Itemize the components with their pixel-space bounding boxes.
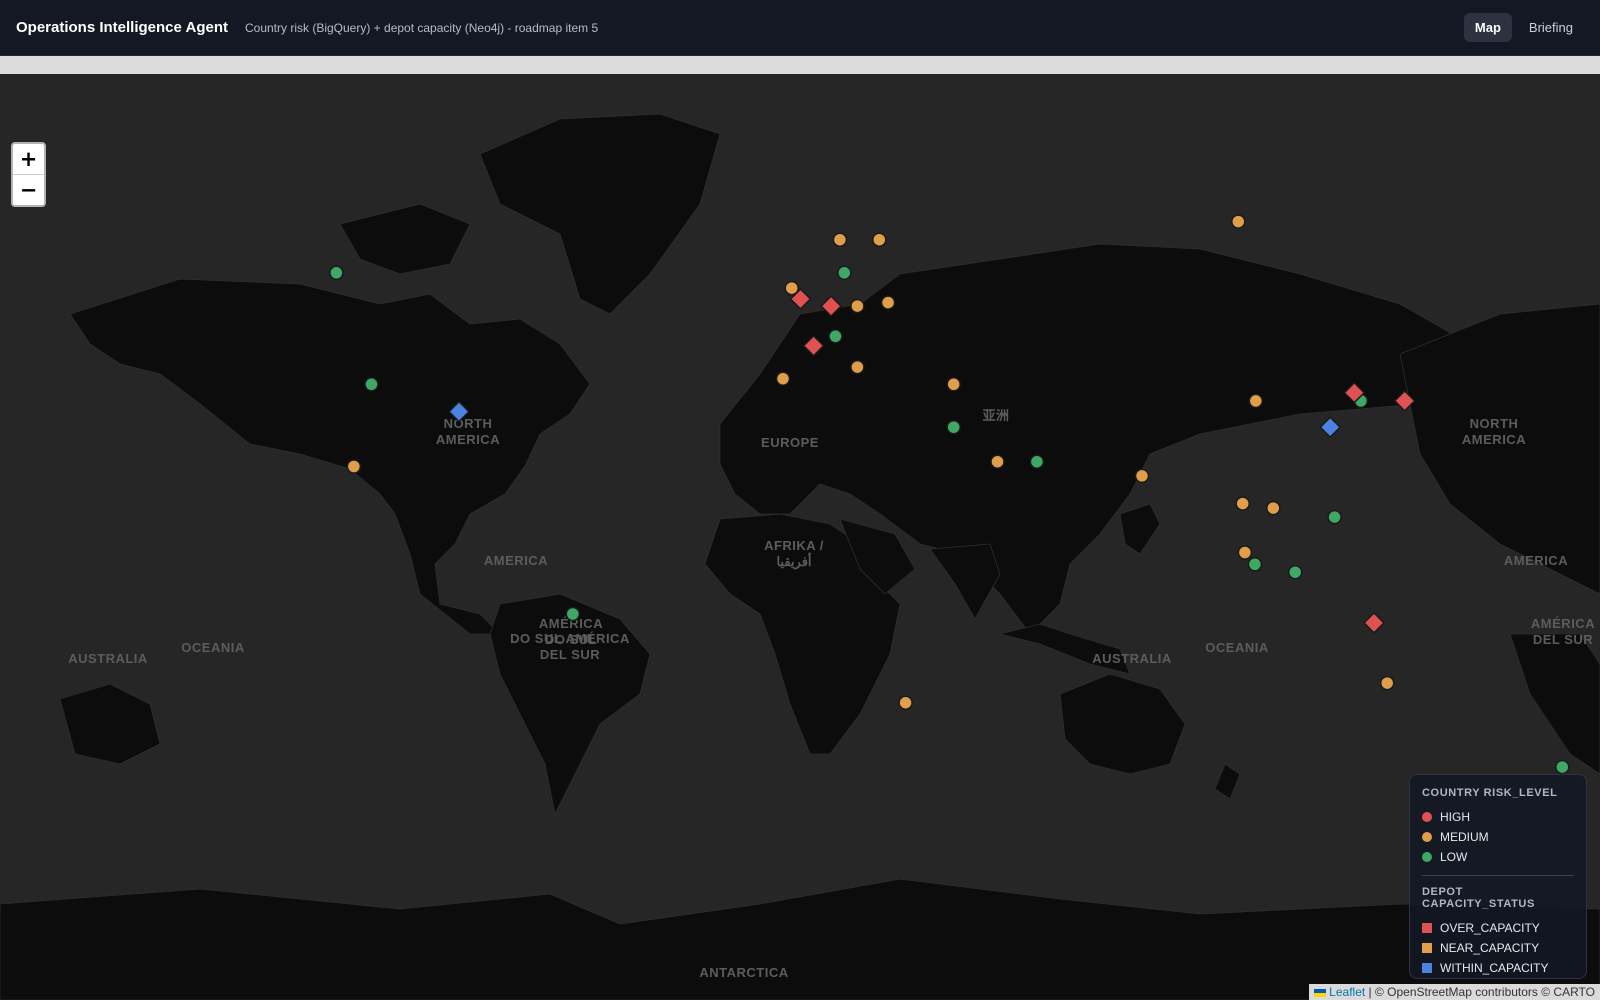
legend-label: MEDIUM bbox=[1440, 830, 1489, 844]
country-risk-marker-medium[interactable] bbox=[898, 695, 913, 710]
zoom-in-button[interactable]: + bbox=[13, 144, 44, 174]
country-risk-marker-medium[interactable] bbox=[1134, 468, 1150, 484]
world-map[interactable]: NORTH AMERICA NORTH AMERICA AMERICA AMERICA AM… bbox=[0, 74, 1600, 1000]
country-risk-marker-low[interactable] bbox=[1327, 509, 1342, 525]
legend-capacity-title: DEPOT CAPACITY_STATUS bbox=[1422, 886, 1535, 910]
depot-marker-over-capacity[interactable] bbox=[1393, 389, 1416, 412]
attribution-text: | © OpenStreetMap contributors © CARTO bbox=[1368, 985, 1595, 999]
country-risk-marker-low[interactable] bbox=[837, 265, 852, 281]
zoom-out-button[interactable]: − bbox=[13, 174, 44, 205]
country-risk-marker-medium[interactable] bbox=[850, 359, 865, 375]
tile-loading-bar bbox=[0, 56, 1600, 74]
near-capacity-square-icon bbox=[1422, 943, 1432, 953]
map-attribution: Leaflet | © OpenStreetMap contributors ©… bbox=[1309, 984, 1600, 1000]
legend-divider bbox=[1422, 875, 1574, 876]
country-risk-marker-medium[interactable] bbox=[1379, 675, 1395, 691]
high-risk-dot-icon bbox=[1422, 812, 1432, 822]
legend-item-low: LOW bbox=[1422, 847, 1574, 867]
depot-marker-within-capacity[interactable] bbox=[448, 400, 470, 423]
depot-marker-over-capacity[interactable] bbox=[802, 334, 825, 357]
app-subtitle: Country risk (BigQuery) + depot capacity… bbox=[244, 20, 599, 35]
country-risk-marker-medium[interactable] bbox=[1266, 500, 1281, 516]
country-risk-marker-medium[interactable] bbox=[1237, 545, 1253, 560]
country-risk-marker-medium[interactable] bbox=[1231, 214, 1246, 229]
country-risk-marker-medium[interactable] bbox=[850, 298, 865, 314]
country-risk-marker-medium[interactable] bbox=[990, 454, 1005, 469]
legend-item-medium: MEDIUM bbox=[1422, 827, 1574, 847]
app-title: Operations Intelligence Agent bbox=[16, 19, 228, 36]
country-risk-marker-low[interactable] bbox=[946, 419, 961, 435]
country-risk-marker-low[interactable] bbox=[565, 606, 581, 622]
legend-label: WITHIN_CAPACITY bbox=[1440, 961, 1549, 975]
country-risk-marker-low[interactable] bbox=[364, 377, 379, 392]
legend-label: NEAR_CAPACITY bbox=[1440, 941, 1540, 955]
country-risk-marker-medium[interactable] bbox=[346, 459, 362, 474]
ukraine-flag-icon bbox=[1314, 988, 1327, 997]
country-risk-marker-low[interactable] bbox=[1555, 759, 1570, 775]
country-risk-marker-low[interactable] bbox=[1287, 564, 1303, 580]
country-risk-marker-medium[interactable] bbox=[832, 232, 848, 247]
country-risk-marker-medium[interactable] bbox=[775, 371, 791, 386]
country-risk-marker-low[interactable] bbox=[329, 265, 344, 281]
map-legend: COUNTRY RISK_LEVEL HIGH MEDIUM LOW DEPOT… bbox=[1409, 774, 1587, 979]
legend-item-near-capacity: NEAR_CAPACITY bbox=[1422, 938, 1574, 958]
country-risk-marker-medium[interactable] bbox=[1235, 496, 1250, 511]
low-risk-dot-icon bbox=[1422, 852, 1432, 862]
tab-briefing[interactable]: Briefing bbox=[1518, 13, 1584, 42]
depot-marker-over-capacity[interactable] bbox=[1363, 611, 1385, 634]
medium-risk-dot-icon bbox=[1422, 832, 1432, 842]
legend-item-within-capacity: WITHIN_CAPACITY bbox=[1422, 958, 1574, 978]
map-markers bbox=[329, 214, 1570, 775]
legend-item-over-capacity: OVER_CAPACITY bbox=[1422, 918, 1574, 938]
country-risk-marker-low[interactable] bbox=[1247, 557, 1263, 572]
depot-marker-within-capacity[interactable] bbox=[1319, 416, 1342, 439]
legend-label: OVER_CAPACITY bbox=[1440, 921, 1540, 935]
over-capacity-square-icon bbox=[1422, 923, 1432, 933]
view-tabs: Map Briefing bbox=[1463, 13, 1584, 42]
depot-marker-over-capacity[interactable] bbox=[820, 295, 843, 318]
legend-label: LOW bbox=[1440, 850, 1468, 864]
top-bar: Operations Intelligence Agent Country ri… bbox=[0, 0, 1600, 56]
within-capacity-square-icon bbox=[1422, 963, 1432, 973]
tab-map[interactable]: Map bbox=[1463, 13, 1512, 42]
country-risk-marker-medium[interactable] bbox=[872, 232, 887, 247]
country-risk-marker-medium[interactable] bbox=[1248, 393, 1264, 409]
country-risk-marker-medium[interactable] bbox=[880, 295, 896, 310]
legend-risk-title: COUNTRY RISK_LEVEL bbox=[1422, 787, 1558, 799]
zoom-control: + − bbox=[11, 142, 46, 207]
legend-item-high: HIGH bbox=[1422, 807, 1574, 827]
leaflet-link[interactable]: Leaflet bbox=[1329, 985, 1365, 999]
country-risk-marker-medium[interactable] bbox=[946, 377, 961, 392]
country-risk-marker-low[interactable] bbox=[828, 329, 843, 344]
legend-label: HIGH bbox=[1440, 810, 1470, 824]
country-risk-marker-low[interactable] bbox=[1029, 454, 1045, 469]
